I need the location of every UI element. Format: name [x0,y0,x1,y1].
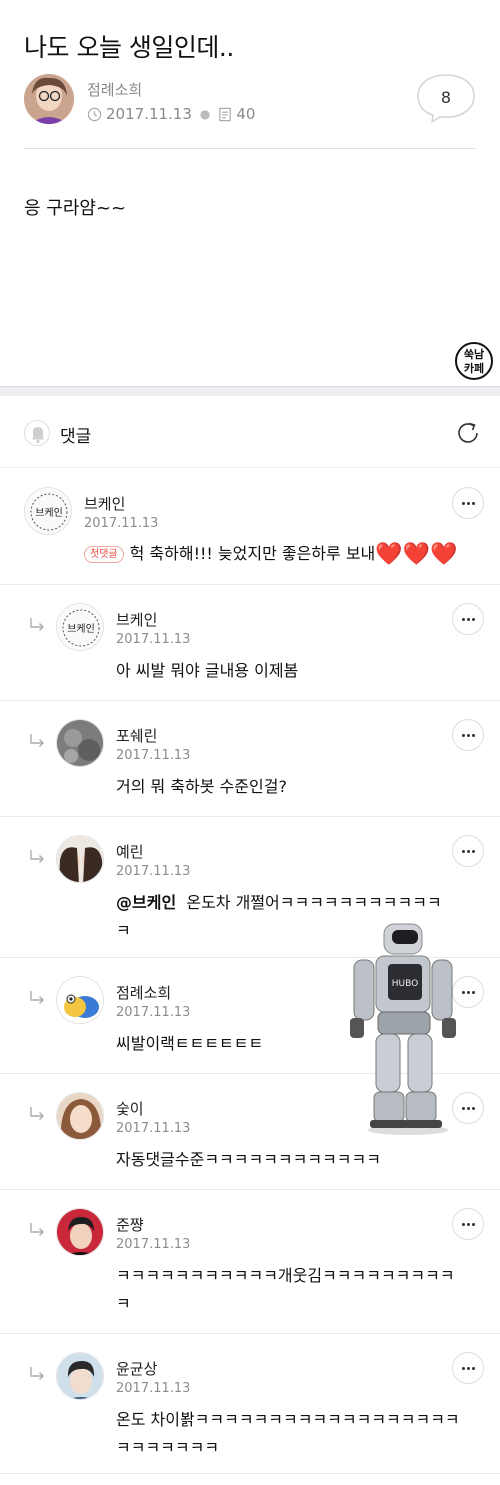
reply-item: 윤균상 2017.11.13 온도 차이봙ㅋㅋㅋㅋㅋㅋㅋㅋㅋㅋㅋㅋㅋㅋㅋㅋㅋㅋㅋ… [0,1334,500,1474]
reply-arrow-icon [30,618,44,631]
commenter-avatar[interactable]: 브케인 [24,487,72,535]
more-options-button[interactable] [452,719,484,751]
comment-text: 자동댓글수준ㅋㅋㅋㅋㅋㅋㅋㅋㅋㅋㅋㅋ [116,1150,381,1169]
comment-date: 2017.11.13 [116,1381,191,1396]
commenter-avatar[interactable] [56,835,104,883]
author-avatar[interactable] [24,74,74,124]
reply-arrow-icon [30,1223,44,1236]
post-views: 40 [236,105,256,123]
reply-arrow-icon [30,734,44,747]
heart-emoji: ❤️❤️❤️ [375,542,458,567]
post-title: 나도 오늘 생일인데.. [24,33,234,62]
comment-item: 브케인 브케인 2017.11.13 첫댓글 헉 축하해!!! 늦었지만 좋은하루… [0,469,500,585]
comment-date: 2017.11.13 [116,1121,191,1136]
svg-text:브케인: 브케인 [67,623,95,635]
commenter-avatar[interactable] [56,1352,104,1400]
section-divider [0,386,500,396]
robot-sticker: HUBO [350,923,456,1135]
comments-label: 댓글 [60,427,92,447]
comment-text: 온도 차이봙ㅋㅋㅋㅋㅋㅋㅋㅋㅋㅋㅋㅋㅋㅋㅋㅋㅋㅋ ㅋㅋㅋㅋㅋㅋㅋ [116,1410,460,1457]
post-meta: 2017.11.13 ● 40 [87,105,255,123]
more-options-button[interactable] [452,603,484,635]
comment-author[interactable]: 숯이 [116,1098,144,1119]
more-options-button[interactable] [452,487,484,519]
refresh-icon[interactable] [454,419,482,447]
commenter-avatar[interactable] [56,1092,104,1140]
comment-author[interactable]: 예린 [116,841,144,862]
comment-author[interactable]: 점례소희 [116,982,171,1003]
bell-icon[interactable] [24,420,50,446]
mention[interactable]: @브케인 [116,893,176,912]
robot-label: HUBO [392,979,418,989]
comment-author[interactable]: 포쉐린 [116,725,157,746]
more-options-button[interactable] [452,835,484,867]
document-icon [219,107,232,121]
reply-item: 포쉐린 2017.11.13 거의 뭐 축하봇 수준인걸? [0,701,500,817]
commenter-avatar[interactable] [56,719,104,767]
comment-text: 아 씨발 뭐야 글내용 이제봄 [116,661,299,680]
first-comment-badge: 첫댓글 [84,546,124,563]
comment-text: 거의 뭐 축하봇 수준인걸? [116,777,287,796]
more-options-button[interactable] [452,1352,484,1384]
comment-date: 2017.11.13 [116,1237,191,1252]
post-body: 응 구라얌~~ [24,198,127,219]
more-options-button[interactable] [452,1208,484,1240]
reply-arrow-icon [30,850,44,863]
comment-date: 2017.11.13 [116,1005,191,1020]
comment-text: 첫댓글 헉 축하해!!! 늦었지만 좋은하루 보내❤️❤️❤️ [84,540,457,569]
author-name[interactable]: 점례소희 [87,79,142,100]
comment-date: 2017.11.13 [84,516,159,531]
post-date: 2017.11.13 [106,105,192,123]
commenter-avatar[interactable] [56,1208,104,1256]
comments-header: 댓글 [0,396,500,468]
comment-text: 씨발이랙ㅌㅌㅌㅌㅌㅌ [116,1034,264,1053]
commenter-avatar[interactable]: 브케인 [56,603,104,651]
comment-author[interactable]: 준쨩 [116,1214,144,1235]
commenter-avatar[interactable] [56,976,104,1024]
comment-text: ㅋㅋㅋㅋㅋㅋㅋㅋㅋㅋㅋ개웃김ㅋㅋㅋㅋㅋㅋㅋㅋㅋㅋ [116,1266,455,1313]
comment-author[interactable]: 브케인 [84,493,125,514]
comment-count-button[interactable]: 8 [416,73,476,124]
reply-arrow-icon [30,991,44,1004]
comment-date: 2017.11.13 [116,748,191,763]
comment-author[interactable]: 윤균상 [116,1358,157,1379]
comment-count: 8 [440,88,452,107]
header-divider [24,148,476,149]
reply-arrow-icon [30,1107,44,1120]
cafe-logo: 쑥남 카페 [455,342,493,380]
clock-icon [87,107,102,121]
svg-text:브케인: 브케인 [35,507,63,519]
comment-author[interactable]: 브케인 [116,609,157,630]
reply-item: 준쨩 2017.11.13 ㅋㅋㅋㅋㅋㅋㅋㅋㅋㅋㅋ개웃김ㅋㅋㅋㅋㅋㅋㅋㅋㅋㅋ [0,1190,500,1334]
comment-date: 2017.11.13 [116,864,191,879]
meta-separator: ● [199,107,211,121]
reply-item: 브케인 브케인 2017.11.13 아 씨발 뭐야 글내용 이제봄 [0,585,500,701]
comment-date: 2017.11.13 [116,632,191,647]
reply-arrow-icon [30,1367,44,1380]
